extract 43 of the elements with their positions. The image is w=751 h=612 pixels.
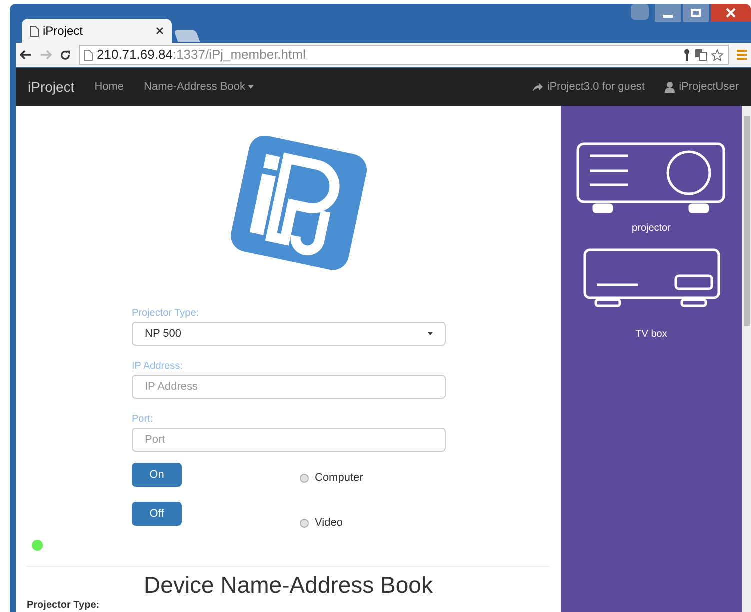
radio-label: Video	[315, 516, 343, 531]
scrollbar-thumb[interactable]	[744, 116, 750, 326]
page-icon	[84, 50, 93, 60]
projector-type-select[interactable]: NP 500	[132, 322, 446, 346]
field-label: Port:	[132, 413, 154, 427]
field-label: IP Address:	[132, 360, 184, 374]
reload-icon[interactable]	[60, 50, 71, 60]
share-arrow-icon	[533, 82, 544, 92]
address-bar[interactable]: 210.71.69.84:1337/iPj_member.html	[79, 45, 729, 65]
new-tab-button[interactable]	[174, 30, 200, 42]
port-field[interactable]: Port	[132, 428, 446, 452]
field-label: Projector Type:	[132, 307, 200, 321]
page-icon	[30, 26, 39, 36]
power-button[interactable]: On	[132, 463, 182, 487]
radio-button[interactable]	[300, 474, 309, 482]
user-icon	[665, 82, 676, 92]
caret-icon	[248, 85, 254, 89]
section-label: Projector Type:	[27, 599, 101, 612]
tab-title: iProject	[43, 23, 84, 40]
close-icon	[726, 8, 736, 18]
ip-address-field[interactable]: IP Address	[132, 375, 446, 399]
url-text: 210.71.69.84:1337/iPj_member.html	[97, 46, 307, 64]
radio-label: Computer	[315, 470, 364, 486]
device-label[interactable]: TV box	[636, 327, 668, 342]
nav-link[interactable]: Home	[94, 78, 124, 96]
star-icon[interactable]	[711, 48, 724, 62]
radio-button[interactable]	[300, 518, 309, 528]
minimize-button[interactable]	[655, 4, 681, 22]
caret-icon	[428, 332, 433, 336]
nav-link[interactable]: iProjectUser	[665, 78, 739, 96]
close-icon[interactable]	[156, 27, 164, 35]
close-window-button[interactable]	[711, 4, 751, 22]
maximize-button[interactable]	[683, 4, 709, 22]
projector-icon[interactable]	[576, 142, 728, 216]
power-button[interactable]: Off	[132, 502, 182, 526]
navbar-brand[interactable]: iProject	[28, 76, 75, 98]
device-label[interactable]: projector	[632, 221, 671, 236]
tv-box-icon[interactable]	[582, 248, 722, 310]
back-icon[interactable]	[20, 50, 32, 60]
nav-link[interactable]: Name-Address Book	[144, 78, 254, 96]
browser-tab[interactable]: iProject	[22, 19, 172, 43]
nav-link[interactable]: iProject3.0 for guest	[533, 78, 646, 96]
section-title: Device Name-Address Book	[144, 571, 433, 599]
